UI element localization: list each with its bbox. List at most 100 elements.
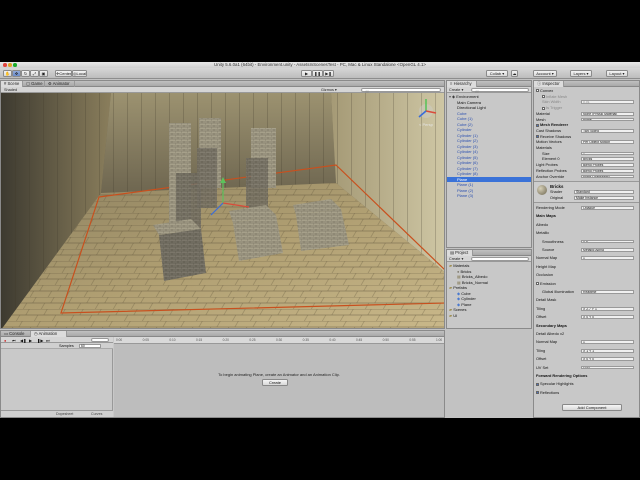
checkbox[interactable] — [536, 89, 539, 93]
samples-input[interactable]: 60 — [79, 343, 101, 348]
scene-search-input[interactable]: All — [361, 88, 441, 94]
collab-button[interactable]: Collab ▾ — [486, 70, 508, 77]
inspector-row-value[interactable]: Per Object Motion — [581, 140, 634, 145]
timeline-ruler[interactable]: 0:00 0:05 0:10 0:15 0:20 0:25 0:30 0:35 0:40 0:45… — [114, 337, 444, 344]
inspector-row-value[interactable]: Bricks — [581, 157, 634, 162]
inspector-row: Occlusion — [536, 272, 637, 278]
tab-scene-label: Scene — [7, 81, 20, 86]
checkbox[interactable] — [536, 282, 539, 286]
hierarchy-item-label: Cylinder (1) — [457, 132, 478, 138]
scene-viewport[interactable]: < Persp — [1, 93, 444, 328]
inspector-row-value[interactable]: Realtime — [581, 290, 634, 294]
prev-key-icon[interactable]: ◀❚ — [20, 338, 26, 343]
layout-dropdown[interactable]: Layout ▾ — [606, 70, 628, 77]
inspector-row-value[interactable]: UV0 — [581, 365, 634, 370]
inspector-row-value[interactable]: Blend Probes — [581, 163, 634, 167]
inspector-row-label: Materials — [536, 145, 552, 150]
hierarchy-search-input[interactable]: All — [471, 88, 529, 94]
inspector-row-value[interactable]: Plane — [581, 117, 634, 122]
project-search-input[interactable] — [471, 257, 529, 261]
pause-button[interactable]: ❚❚ — [312, 70, 323, 77]
inspector-row: Specular Highlights — [536, 381, 637, 387]
inspector-row-value[interactable]: None (Transform) — [581, 174, 634, 179]
inspector-row-label: Reflection Probes — [536, 167, 567, 173]
curves-tab[interactable]: Curves — [91, 412, 102, 416]
checkbox[interactable] — [542, 95, 545, 99]
frame-input[interactable] — [91, 338, 109, 342]
persp-label[interactable]: < Persp — [419, 122, 434, 127]
zoom-window-icon[interactable] — [13, 63, 17, 67]
inspector-row-value[interactable]: 0.01 — [581, 100, 634, 105]
rotate-tool-button[interactable]: ↻ — [21, 70, 30, 77]
add-component-button[interactable]: Add Component — [562, 404, 622, 411]
inspector-row-value[interactable]: X 2.7 Y 1 — [581, 306, 634, 311]
timeline-tick-label: 0:45 — [356, 337, 363, 342]
pivot-mode-button[interactable]: ✛Center — [55, 70, 72, 77]
hierarchy-item-label: Cylinder (3) — [457, 143, 478, 149]
inspector-row-label: Motion Vectors — [536, 139, 562, 145]
checkbox[interactable] — [536, 391, 539, 395]
original-dropdown[interactable]: Make Instance — [574, 196, 634, 200]
inspector-row: Tiling X 2.7 Y 1 — [536, 306, 637, 312]
tab-inspector[interactable]: ⓘ Inspector — [534, 81, 564, 87]
inspector-row-label: Offset — [536, 314, 547, 320]
step-button[interactable]: ▶❚ — [323, 70, 334, 77]
last-key-icon[interactable]: ⏭ — [46, 338, 50, 343]
inspector-row-value[interactable]: Metallic Alpha — [581, 248, 634, 252]
cloud-button[interactable]: ☁ — [511, 70, 518, 77]
inspector-row: UV Set UV0 — [536, 365, 637, 371]
checkbox[interactable] — [536, 135, 539, 139]
create-animation-button[interactable]: Create — [262, 379, 288, 386]
inspector-row-value[interactable]: X 1 Y 1 — [581, 348, 634, 353]
close-window-icon[interactable] — [3, 63, 7, 67]
inspector-row-label: Skin Width — [542, 99, 561, 105]
record-icon[interactable]: ● — [4, 338, 6, 343]
inspector-row-value[interactable]: 1 — [581, 256, 634, 261]
play-anim-icon[interactable]: ▶ — [29, 338, 32, 343]
inspector-row-value[interactable]: Opaque — [581, 206, 634, 210]
material-properties: Rendering Mode Opaque Main Maps Albedo Metal… — [534, 205, 639, 401]
hierarchy-item[interactable]: Plane (3) — [447, 193, 531, 199]
inspector-row-value[interactable]: Blend Probes — [581, 168, 634, 173]
rect-tool-button[interactable]: ▣ — [39, 70, 48, 77]
inspector-row-label: Normal Map — [536, 255, 558, 261]
inspector-row-value[interactable]: X 0 Y 0 — [581, 315, 634, 319]
project-item-label: Plane — [461, 301, 472, 307]
inspector-row-value[interactable]: 1 — [581, 151, 634, 156]
material-name: Bricks — [550, 183, 564, 189]
inspector-row-value[interactable]: 1 — [581, 340, 634, 345]
play-button[interactable]: ▶ — [301, 70, 312, 77]
dopesheet-area[interactable]: To begin animating Plane, create an Anim… — [114, 344, 444, 417]
hand-tool-button[interactable]: ✋ — [3, 70, 12, 77]
move-tool-button[interactable]: ✥ — [12, 70, 21, 77]
inspector-row-label: Main Maps — [536, 213, 556, 219]
next-key-icon[interactable]: ❚▶ — [37, 338, 43, 343]
hierarchy-item-label: Cylinder (8) — [457, 171, 478, 176]
hierarchy-item-label: Cylinder (4) — [457, 149, 478, 154]
inspector-row-label: Specular Highlights — [540, 381, 574, 387]
minimize-window-icon[interactable] — [8, 63, 12, 67]
gizmos-dropdown[interactable]: Gizmos ▾ — [321, 88, 337, 92]
shader-dropdown[interactable]: Standard — [574, 190, 634, 194]
checkbox[interactable] — [536, 123, 539, 127]
project-create-button[interactable]: Create ▾ — [449, 257, 463, 261]
project-item[interactable]: ▰ UI — [449, 313, 457, 319]
inspector-row-value[interactable]: 0.5 — [581, 239, 634, 244]
scale-tool-button[interactable]: ⤢ — [30, 70, 39, 77]
account-dropdown[interactable]: Account ▾ — [533, 70, 557, 77]
tab-project-label: Project — [455, 250, 469, 255]
hierarchy-create-button[interactable]: Create ▾ — [449, 88, 463, 92]
checkbox[interactable] — [542, 106, 545, 110]
pivot-rotation-button[interactable]: ◎Local — [72, 70, 87, 77]
inspector-row-value[interactable]: None (Physic Material) — [581, 111, 634, 116]
shading-mode-dropdown[interactable]: Shaded — [4, 88, 17, 92]
checkbox[interactable] — [536, 382, 539, 386]
first-key-icon[interactable]: ⏮ — [12, 338, 16, 343]
console-icon: ▭ — [4, 331, 8, 336]
inspector-row-value[interactable]: X 0 Y 0 — [581, 357, 634, 361]
inspector-row: Reflections — [536, 390, 637, 396]
layers-dropdown[interactable]: Layers ▾ — [570, 70, 592, 77]
dopesheet-tab[interactable]: Dopesheet — [56, 412, 73, 416]
inspector-row-label: Source — [542, 247, 555, 252]
inspector-row-value[interactable]: Two Sided — [581, 128, 634, 133]
